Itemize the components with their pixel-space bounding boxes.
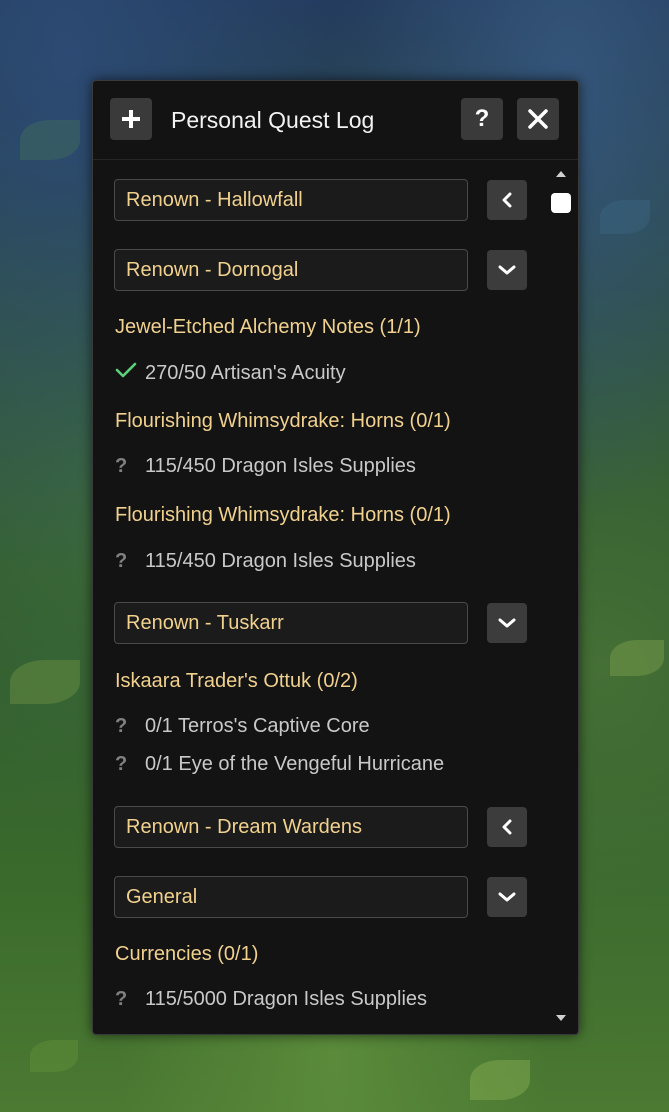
section-header-dream-wardens[interactable]: Renown - Dream Wardens xyxy=(114,806,529,848)
section-label: Renown - Dornogal xyxy=(126,259,299,281)
section-toggle-button[interactable] xyxy=(487,180,527,220)
check-icon xyxy=(115,361,145,385)
section-header-hallowfall[interactable]: Renown - Hallowfall xyxy=(114,179,529,221)
section-header-tuskarr[interactable]: Renown - Tuskarr xyxy=(114,602,529,644)
chevron-left-icon xyxy=(502,192,512,208)
section-header-box: Renown - Tuskarr xyxy=(114,602,468,644)
plus-icon xyxy=(122,110,140,128)
chevron-down-icon xyxy=(498,618,516,628)
question-icon: ? xyxy=(115,753,128,775)
objective-text: 115/450 Dragon Isles Supplies xyxy=(145,550,416,572)
objective-text: 0/1 Eye of the Vengeful Hurricane xyxy=(145,753,445,775)
scroll-down-arrow-icon[interactable] xyxy=(556,1015,566,1021)
section-header-dornogal[interactable]: Renown - Dornogal xyxy=(114,249,529,291)
section-header-box: Renown - Dream Wardens xyxy=(114,806,468,848)
section-header-box: Renown - Hallowfall xyxy=(114,179,468,221)
quest-title[interactable]: Iskaara Trader's Ottuk (0/2) xyxy=(115,670,358,693)
bg-leaf xyxy=(20,120,80,160)
title-bar: Personal Quest Log ? xyxy=(93,81,578,160)
bg-leaf xyxy=(30,1040,78,1072)
section-header-box: Renown - Dornogal xyxy=(114,249,468,291)
quest-list: Renown - Hallowfall Renown - Dornogal Je… xyxy=(93,161,543,1033)
window-title: Personal Quest Log xyxy=(171,107,375,133)
section-label: Renown - Hallowfall xyxy=(126,189,303,211)
objective-item: ? 115/450 Dragon Isles Supplies xyxy=(115,550,416,573)
objective-item: 270/50 Artisan's Acuity xyxy=(115,361,346,385)
objective-text: 115/5000 Dragon Isles Supplies xyxy=(145,988,428,1010)
bg-leaf xyxy=(470,1060,530,1100)
add-button[interactable] xyxy=(110,98,152,140)
section-header-general[interactable]: General xyxy=(114,876,529,918)
objective-item: ? 115/5000 Dragon Isles Supplies xyxy=(115,988,427,1011)
objective-text: 115/450 Dragon Isles Supplies xyxy=(145,455,416,477)
question-icon: ? xyxy=(115,550,128,572)
section-label: General xyxy=(126,886,198,908)
section-header-box: General xyxy=(114,876,468,918)
close-icon xyxy=(528,109,548,129)
objective-item: ? 115/450 Dragon Isles Supplies xyxy=(115,455,416,478)
section-label: Renown - Dream Wardens xyxy=(126,816,363,838)
bg-leaf xyxy=(600,200,650,234)
question-icon: ? xyxy=(115,988,128,1010)
quest-title[interactable]: Currencies (0/1) xyxy=(115,943,258,966)
chevron-down-icon xyxy=(498,892,516,902)
objective-text: 0/1 Terros's Captive Core xyxy=(145,715,370,737)
question-icon: ? xyxy=(115,715,128,737)
section-label: Renown - Tuskarr xyxy=(126,612,284,634)
quest-log-window: Personal Quest Log ? Renown - Hallowfall xyxy=(92,80,579,1035)
chevron-down-icon xyxy=(498,265,516,275)
section-toggle-button[interactable] xyxy=(487,250,527,290)
quest-title[interactable]: Flourishing Whimsydrake: Horns (0/1) xyxy=(115,410,451,433)
scrollbar[interactable] xyxy=(545,163,578,1031)
section-toggle-button[interactable] xyxy=(487,877,527,917)
quest-title[interactable]: Jewel-Etched Alchemy Notes (1/1) xyxy=(115,316,421,339)
section-toggle-button[interactable] xyxy=(487,603,527,643)
question-icon: ? xyxy=(115,455,128,477)
bg-leaf xyxy=(10,660,80,704)
bg-leaf xyxy=(610,640,664,676)
objective-item: ? 0/1 Terros's Captive Core xyxy=(115,715,370,738)
objective-text: 270/50 Artisan's Acuity xyxy=(145,362,346,384)
close-button[interactable] xyxy=(517,98,559,140)
scroll-up-arrow-icon[interactable] xyxy=(556,171,566,177)
chevron-left-icon xyxy=(502,819,512,835)
section-toggle-button[interactable] xyxy=(487,807,527,847)
help-label: ? xyxy=(474,105,490,132)
help-button[interactable]: ? xyxy=(461,98,503,140)
scrollbar-thumb[interactable] xyxy=(551,193,571,213)
objective-item: ? 0/1 Eye of the Vengeful Hurricane xyxy=(115,753,444,776)
quest-title[interactable]: Flourishing Whimsydrake: Horns (0/1) xyxy=(115,504,451,527)
